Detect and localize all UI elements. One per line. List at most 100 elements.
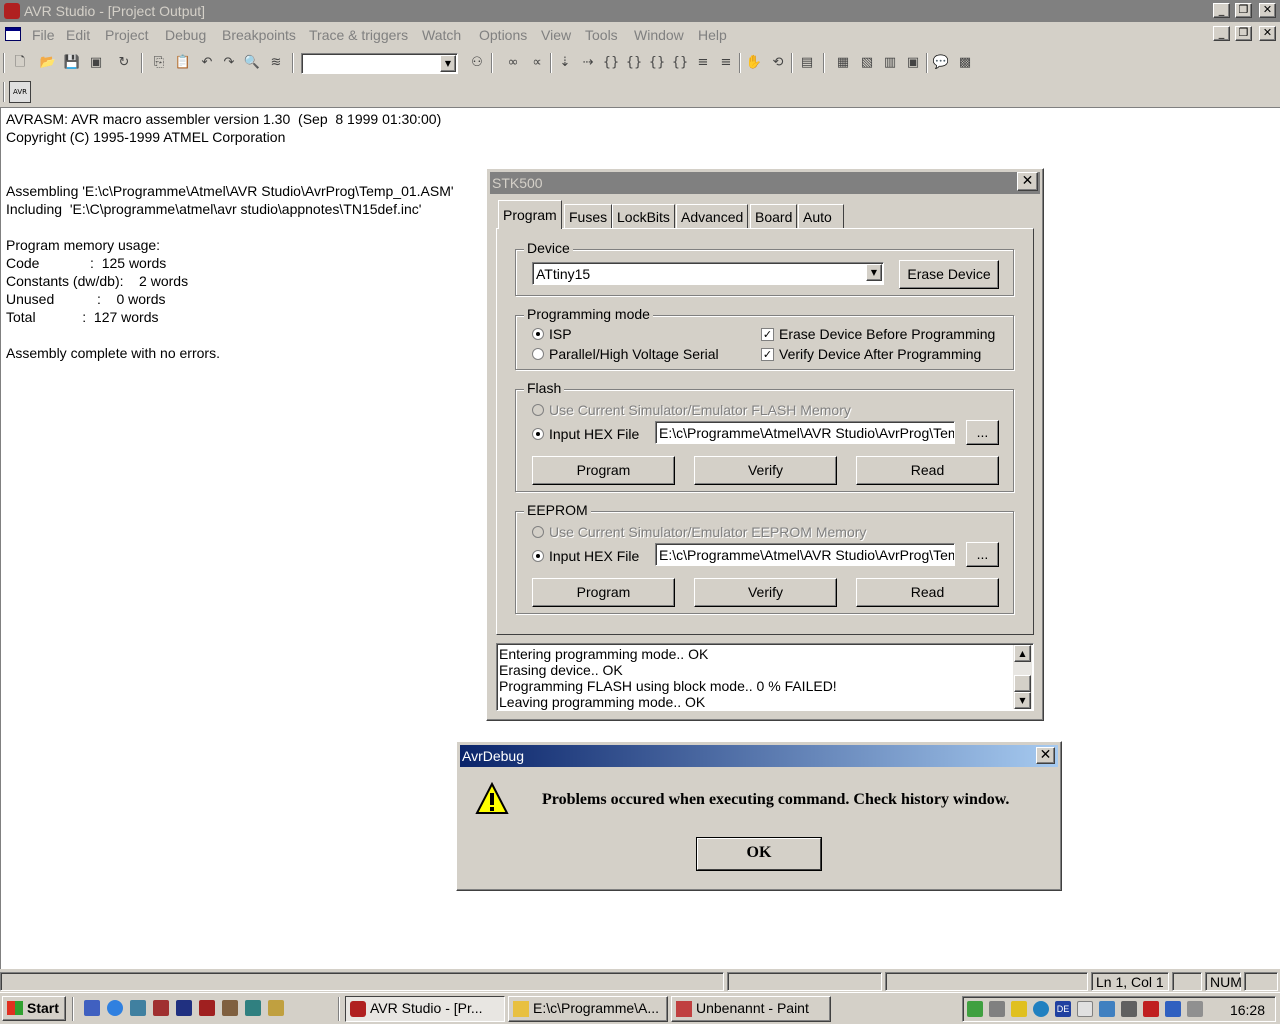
- auto-step-icon[interactable]: {}: [646, 52, 668, 74]
- internet-explorer-icon[interactable]: [107, 1000, 123, 1016]
- start-button[interactable]: Start: [2, 996, 66, 1021]
- save-all-icon[interactable]: ▣: [85, 52, 107, 74]
- history-window[interactable]: Entering programming mode.. OK Erasing d…: [496, 643, 1034, 711]
- quicklaunch-pencil-icon[interactable]: [268, 1000, 284, 1016]
- parallel-radio[interactable]: [532, 348, 544, 360]
- trace-icon[interactable]: ≡: [692, 52, 714, 74]
- tray-language-icon[interactable]: DE: [1055, 1001, 1071, 1017]
- multi-step-icon[interactable]: {}: [669, 52, 691, 74]
- quicklaunch-terminal-icon[interactable]: [245, 1000, 261, 1016]
- menu-window[interactable]: Window: [634, 27, 684, 43]
- menu-edit[interactable]: Edit: [66, 27, 90, 43]
- copy-icon[interactable]: ⎘: [148, 52, 170, 74]
- hand-stop-icon[interactable]: ✋: [743, 52, 765, 74]
- watch-view-icon[interactable]: ▣: [902, 52, 924, 74]
- quicklaunch-chip-icon[interactable]: [199, 1000, 215, 1016]
- flash-browse-button[interactable]: ...: [966, 420, 999, 445]
- tab-program[interactable]: Program: [498, 200, 562, 229]
- device-select[interactable]: ATtiny15 ▼: [532, 262, 884, 285]
- tab-auto[interactable]: Auto: [798, 204, 844, 228]
- ok-button[interactable]: OK: [696, 837, 822, 871]
- menu-breakpoints[interactable]: Breakpoints: [222, 27, 296, 43]
- register-view-icon[interactable]: ▤: [796, 52, 818, 74]
- eeprom-browse-button[interactable]: ...: [966, 542, 999, 567]
- step-into-icon[interactable]: ⇣: [554, 52, 576, 74]
- menu-help[interactable]: Help: [698, 27, 727, 43]
- avr-chip-icon[interactable]: AVR: [9, 81, 31, 103]
- stk500-title-bar[interactable]: STK500: [490, 172, 1040, 194]
- flash-read-button[interactable]: Read: [856, 456, 999, 485]
- tray-network-icon[interactable]: [967, 1001, 983, 1017]
- eeprom-use-sim-radio[interactable]: [532, 526, 544, 538]
- eeprom-verify-button[interactable]: Verify: [694, 578, 837, 607]
- main-title-bar[interactable]: AVR Studio - [Project Output] _ ❐ ✕: [0, 0, 1280, 22]
- run-icon[interactable]: ⚇: [466, 52, 488, 74]
- menu-watch[interactable]: Watch: [422, 27, 461, 43]
- tray-power-icon[interactable]: [1011, 1001, 1027, 1017]
- step-over-icon[interactable]: ⇢: [577, 52, 599, 74]
- doc-minimize-icon[interactable]: _: [1213, 26, 1230, 41]
- flash-use-sim-radio[interactable]: [532, 404, 544, 416]
- menu-tools[interactable]: Tools: [585, 27, 618, 43]
- redo-icon[interactable]: ↷: [218, 52, 240, 74]
- eeprom-program-button[interactable]: Program: [532, 578, 675, 607]
- save-icon[interactable]: 💾: [61, 52, 83, 74]
- document-window-icon[interactable]: [5, 27, 21, 41]
- erase-device-button[interactable]: Erase Device: [899, 260, 999, 289]
- run-to-cursor-icon[interactable]: {}: [623, 52, 645, 74]
- tab-fuses[interactable]: Fuses: [564, 204, 613, 228]
- menu-view[interactable]: View: [541, 27, 571, 43]
- paste-icon[interactable]: 📋: [172, 52, 194, 74]
- tray-monitor-icon[interactable]: [1121, 1001, 1137, 1017]
- show-desktop-icon[interactable]: [84, 1000, 100, 1016]
- close-icon[interactable]: ✕: [1259, 3, 1276, 18]
- scroll-down-icon[interactable]: ▼: [1014, 692, 1031, 709]
- new-file-icon[interactable]: 🗋: [9, 52, 31, 74]
- reset-icon[interactable]: ⟲: [767, 52, 789, 74]
- verify-after-checkbox[interactable]: ✓: [761, 348, 774, 361]
- eeprom-hex-path-input[interactable]: E:\c\Programme\Atmel\AVR Studio\AvrProg\…: [655, 543, 955, 566]
- chip-icon[interactable]: ▩: [954, 52, 976, 74]
- chevron-down-icon[interactable]: ▼: [866, 264, 882, 281]
- isp-radio[interactable]: [532, 328, 544, 340]
- flash-verify-button[interactable]: Verify: [694, 456, 837, 485]
- tray-connection-icon[interactable]: [1165, 1001, 1181, 1017]
- quicklaunch-app-icon[interactable]: [153, 1000, 169, 1016]
- quicklaunch-misc-icon[interactable]: [222, 1000, 238, 1016]
- tray-bluetooth-icon[interactable]: [1187, 1001, 1203, 1017]
- flash-program-button[interactable]: Program: [532, 456, 675, 485]
- menu-file[interactable]: File: [32, 27, 55, 43]
- tab-advanced[interactable]: Advanced: [676, 204, 749, 228]
- step-out-icon[interactable]: {}: [600, 52, 622, 74]
- eeprom-input-hex-radio[interactable]: [532, 550, 544, 562]
- avr-studio-app-icon[interactable]: [4, 3, 20, 19]
- doc-restore-icon[interactable]: ❐: [1235, 26, 1252, 41]
- tray-printer-icon[interactable]: [989, 1001, 1005, 1017]
- avrdebug-title-bar[interactable]: AvrDebug: [460, 745, 1058, 767]
- toolbar-combo[interactable]: ▼: [301, 53, 458, 74]
- menu-debug[interactable]: Debug: [165, 27, 206, 43]
- find-in-files-icon[interactable]: ≋: [265, 52, 287, 74]
- task-avr-studio[interactable]: AVR Studio - [Pr...: [345, 996, 505, 1022]
- tray-antivirus-icon[interactable]: [1143, 1001, 1159, 1017]
- open-folder-icon[interactable]: 📂: [37, 52, 59, 74]
- flash-hex-path-input[interactable]: E:\c\Programme\Atmel\AVR Studio\AvrProg\…: [655, 421, 955, 444]
- avrdebug-close-icon[interactable]: ✕: [1036, 747, 1055, 764]
- message-icon[interactable]: 💬: [930, 52, 952, 74]
- restore-icon[interactable]: ❐: [1235, 3, 1252, 18]
- processor-view-icon[interactable]: ▥: [879, 52, 901, 74]
- minimize-icon[interactable]: _: [1213, 3, 1230, 18]
- outlook-icon[interactable]: [130, 1000, 146, 1016]
- tray-tool-icon[interactable]: [1077, 1001, 1093, 1017]
- chevron-down-icon[interactable]: ▼: [440, 55, 456, 72]
- scroll-up-icon[interactable]: ▲: [1014, 645, 1031, 662]
- find-icon[interactable]: 🔍: [241, 52, 263, 74]
- erase-before-checkbox[interactable]: ✓: [761, 328, 774, 341]
- scroll-thumb[interactable]: [1014, 675, 1031, 692]
- task-paint[interactable]: Unbenannt - Paint: [671, 996, 831, 1022]
- task-explorer[interactable]: E:\c\Programme\A...: [508, 996, 668, 1022]
- toggle-breakpoint-icon[interactable]: ∞: [502, 52, 524, 74]
- eeprom-read-button[interactable]: Read: [856, 578, 999, 607]
- tab-board[interactable]: Board: [750, 204, 798, 228]
- reload-icon[interactable]: ↻: [113, 52, 135, 74]
